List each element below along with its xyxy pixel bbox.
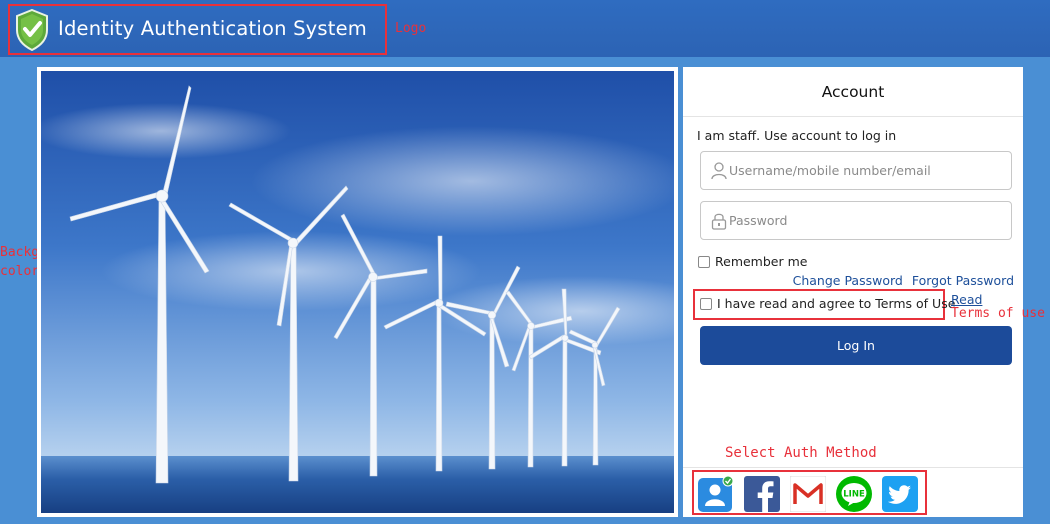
logo-highlight: Identity Authentication System (8, 4, 387, 55)
remember-me-row: Remember me (698, 254, 807, 269)
lock-icon (711, 213, 727, 230)
annotation-logo: Logo (395, 21, 427, 36)
shield-check-icon (16, 9, 48, 51)
user-icon (711, 162, 727, 180)
password-input[interactable] (729, 203, 999, 238)
account-links: Change Password Forgot Password (784, 273, 1014, 288)
gmail-icon[interactable] (790, 476, 826, 512)
app-title: Identity Authentication System (58, 17, 367, 40)
forgot-password-link[interactable]: Forgot Password (912, 273, 1014, 288)
photo-frame (37, 67, 678, 517)
wind-turbines-photo (41, 71, 674, 513)
line-icon[interactable]: LINE (836, 476, 872, 512)
username-field[interactable] (700, 151, 1012, 190)
password-field[interactable] (700, 201, 1012, 240)
annotation-terms-of-use: Terms of use (951, 306, 1045, 321)
account-icon[interactable] (698, 476, 734, 512)
line-logo-text: LINE (843, 489, 865, 499)
terms-highlight: I have read and agree to Terms of Use (693, 289, 955, 320)
header-bar: Identity Authentication System Logo (0, 0, 1050, 57)
terms-label: I have read and agree to Terms of Use (717, 296, 956, 311)
auth-divider (683, 467, 1023, 468)
change-password-link[interactable]: Change Password (793, 273, 903, 288)
username-input[interactable] (729, 153, 999, 188)
annotation-select-auth-method: Select Auth Method (725, 445, 877, 461)
auth-method-highlight: LINE (692, 470, 927, 515)
login-button[interactable]: Log In (700, 326, 1012, 365)
facebook-icon[interactable] (744, 476, 780, 512)
twitter-icon[interactable] (882, 476, 918, 512)
remember-me-checkbox[interactable] (698, 256, 710, 268)
staff-login-hint: I am staff. Use account to log in (697, 128, 897, 143)
panel-title: Account (683, 67, 1023, 117)
remember-me-label: Remember me (715, 254, 808, 269)
terms-checkbox[interactable] (700, 298, 712, 310)
